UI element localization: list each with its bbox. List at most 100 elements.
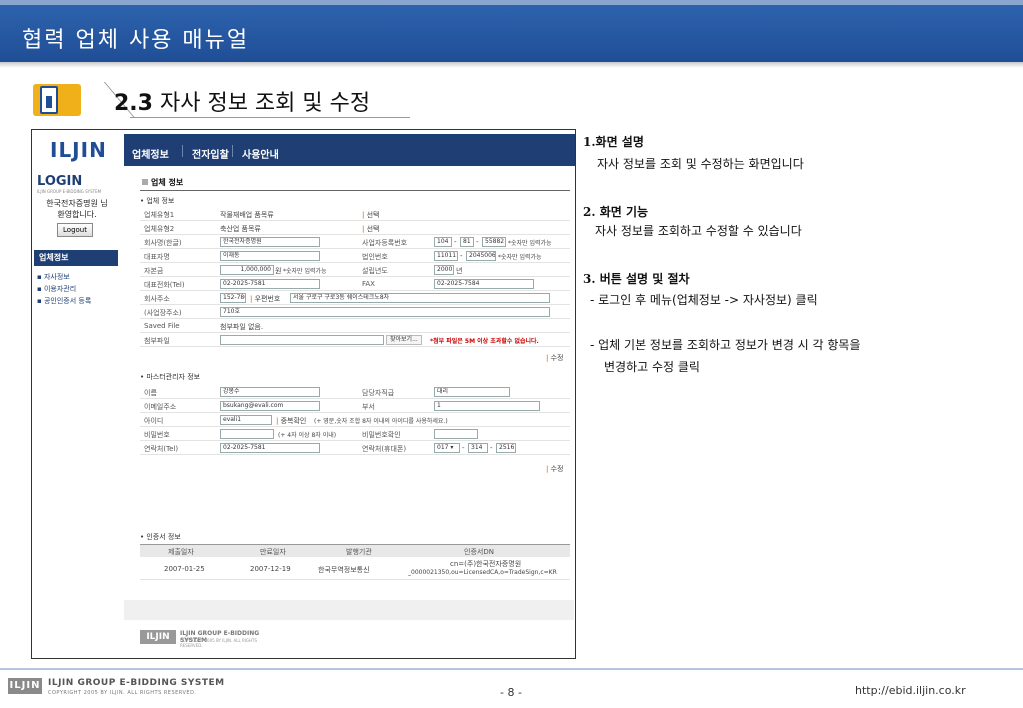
section-title-text: 자사 정보 조회 및 수정 xyxy=(159,91,371,116)
form-row: 회사주소 152-780 | 우편번호 서울 구로구 구로3동 쉐이스테크노8차 xyxy=(140,292,570,305)
cert-col-expire: 만료일자 xyxy=(260,548,286,556)
zip-field[interactable]: 152-780 xyxy=(220,293,246,303)
nav-company-info[interactable]: 업체정보 xyxy=(132,146,169,161)
tel-field[interactable]: 02-2025-7581 xyxy=(220,279,320,289)
capital-field[interactable]: 1,000,000 xyxy=(220,265,274,275)
master-title-field[interactable]: 대리 xyxy=(434,387,510,397)
cert-section-label: • 인증서 정보 xyxy=(140,533,181,541)
login-user: 한국전자증명원 님 환영합니다. xyxy=(37,198,117,220)
site-url[interactable]: http://ebid.iljin.co.kr xyxy=(855,684,966,697)
email-label: 이메일주소 xyxy=(144,403,177,411)
cert-col-issuer: 발행기관 xyxy=(346,548,372,556)
sidebar-item-users[interactable]: ▪ 이용자관리 xyxy=(37,284,76,294)
tel-label: 대표전화(Tel) xyxy=(144,281,185,289)
bizno-field-1[interactable]: 104 xyxy=(434,237,452,247)
mobile-field-2[interactable]: 314 xyxy=(468,443,488,453)
section-title: 2.3 자사 정보 조회 및 수정 xyxy=(114,85,370,117)
master-title-label: 담당자직급 xyxy=(362,389,395,397)
id-check-button[interactable]: | 중복확인 xyxy=(276,416,306,426)
page-number: - 8 - xyxy=(500,686,522,699)
form-row: (사업장주소) 710호 xyxy=(140,306,570,319)
cert-dn-line2: _0000021350,ou=LicensedCA,o=TradeSign,c=… xyxy=(408,569,557,576)
year-unit: 년 xyxy=(456,267,463,275)
mobile-prefix-select[interactable]: 017 ▾ xyxy=(434,443,460,453)
login-user-name: 한국전자증명원 님 xyxy=(46,199,108,208)
pw-label: 비밀번호 xyxy=(144,431,170,439)
top-nav: 업체정보 전자입찰 사용안내 xyxy=(124,134,575,166)
desc-text-4: - 업체 기본 정보를 조회하고 정보가 변경 시 각 항목을 xyxy=(590,338,861,352)
form-row: 회사명(한글) 한국전자증명원 사업자등록번호 104 - 81 - 55882… xyxy=(140,236,570,249)
form-row: 비밀번호 (+ 4자 이상 8자 이내) 비밀번호확인 xyxy=(140,428,570,441)
nav-e-bidding[interactable]: 전자입찰 xyxy=(192,146,229,161)
cert-expire-date: 2007-12-19 xyxy=(250,565,291,573)
table-row: 2007-01-25 2007-12-19 한국무역정보통신 cn=(주)한국전… xyxy=(140,558,570,580)
corpno-hint: *숫자만 입력가능 xyxy=(498,254,542,261)
bizno-hint: *숫자만 입력가능 xyxy=(508,240,552,247)
desc-text-3: - 로그인 후 메뉴(업체정보 -> 자사정보) 클릭 xyxy=(590,293,818,307)
mobile-field-3[interactable]: 2516 xyxy=(496,443,516,453)
attach-field[interactable] xyxy=(220,335,384,345)
bottom-rule xyxy=(0,668,1023,670)
form-row: 대표전화(Tel) 02-2025-7581 FAX 02-2025-7584 xyxy=(140,278,570,291)
capital-label: 자본금 xyxy=(144,267,164,275)
desc-text-1: 자사 정보를 조회 및 수정하는 화면입니다 xyxy=(597,157,804,171)
desc-text-5: 변경하고 수정 클릭 xyxy=(604,360,700,374)
sidebar-item-label: 이용자관리 xyxy=(43,285,77,293)
login-title: LOGIN xyxy=(37,174,83,189)
bottom-brand: ILJIN GROUP E-BIDDING SYSTEM xyxy=(48,678,225,688)
nav-separator xyxy=(182,145,183,157)
type2-label: 업체유형2 xyxy=(144,225,175,233)
sidebar-item-company[interactable]: ▪ 자사정보 xyxy=(37,272,70,282)
ceo-label: 대표자명 xyxy=(144,253,170,261)
type2-select[interactable]: | 선택 xyxy=(362,224,379,234)
type1-select[interactable]: | 선택 xyxy=(362,210,379,220)
type1-label: 업체유형1 xyxy=(144,211,175,219)
form-row: 업체유형2 축산업 품목류 | 선택 xyxy=(140,222,570,235)
footer-logo: ILJIN ILJIN GROUP E-BIDDING SYSTEM COPYR… xyxy=(140,628,280,648)
cert-col-submit: 제출일자 xyxy=(168,548,194,556)
master-edit-button[interactable]: | 수정 xyxy=(546,464,563,474)
form-row: 아이디 evali1 | 중복확인 (+ 영문,숫자 조합 8자 이내의 아이디… xyxy=(140,414,570,427)
cert-col-dn: 인증서DN xyxy=(464,548,494,556)
master-form: 이름 강봉수 담당자직급 대리 이메일주소 bsukang@evali.com … xyxy=(140,386,570,506)
desc-heading-1: 1.화면 설명 xyxy=(583,135,644,149)
company-form: 업체유형1 작물재배업 품목류 | 선택 업체유형2 축산업 품목류 | 선택 … xyxy=(140,208,570,408)
addr2-label: (사업장주소) xyxy=(144,309,182,317)
nav-guide[interactable]: 사용안내 xyxy=(242,146,279,161)
mobile-label: 연락처(휴대폰) xyxy=(362,445,407,453)
company-section-label: • 업체 정보 xyxy=(140,197,175,205)
bizno-field-3[interactable]: 55882 xyxy=(482,237,506,247)
address2-field[interactable]: 710호 xyxy=(220,307,550,317)
master-tel-field[interactable]: 02-2025-7581 xyxy=(220,443,320,453)
company-edit-button[interactable]: | 수정 xyxy=(546,353,563,363)
password-confirm-field[interactable] xyxy=(434,429,478,439)
attach-warning: *첨부 파일은 5M 이상 초과할수 없습니다. xyxy=(430,338,539,345)
form-row: 이메일주소 bsukang@evali.com 부서 1 xyxy=(140,400,570,413)
edit-label: 수정 xyxy=(550,465,564,473)
dept-field[interactable]: 1 xyxy=(434,401,540,411)
id-field[interactable]: evali1 xyxy=(220,415,272,425)
sidebar-item-cert[interactable]: ▪ 공인인증서 등록 xyxy=(37,296,91,306)
corpno-label: 법인번호 xyxy=(362,253,388,261)
ceo-field[interactable]: 이재동 xyxy=(220,251,320,261)
password-field[interactable] xyxy=(220,429,274,439)
addr-label: 회사주소 xyxy=(144,295,170,303)
zip-button[interactable]: | 우편번호 xyxy=(250,294,280,304)
corpno-field-2[interactable]: 2045006 xyxy=(466,251,496,261)
year-field[interactable]: 2000 xyxy=(434,265,454,275)
browse-button[interactable]: 찾아보기... xyxy=(386,335,422,345)
info-icon xyxy=(40,86,58,114)
corpno-field-1[interactable]: 110111 xyxy=(434,251,458,261)
fax-field[interactable]: 02-2025-7584 xyxy=(434,279,534,289)
master-name-field[interactable]: 강봉수 xyxy=(220,387,320,397)
login-subtitle: ILJIN GROUP E-BIDDING SYSTEM xyxy=(37,189,102,194)
form-row: 업체유형1 작물재배업 품목류 | 선택 xyxy=(140,208,570,221)
logout-button[interactable]: Logout xyxy=(57,223,93,237)
address-field[interactable]: 서울 구로구 구로3동 쉐이스테크노8차 xyxy=(290,293,550,303)
capital-hint: *숫자만 입력가능 xyxy=(283,268,327,275)
section-underline xyxy=(130,117,410,118)
company-name-field[interactable]: 한국전자증명원 xyxy=(220,237,320,247)
form-row: 자본금 1,000,000 원 *숫자만 입력가능 설립년도 2000 년 xyxy=(140,264,570,277)
bizno-field-2[interactable]: 81 xyxy=(460,237,474,247)
email-field[interactable]: bsukang@evali.com xyxy=(220,401,320,411)
